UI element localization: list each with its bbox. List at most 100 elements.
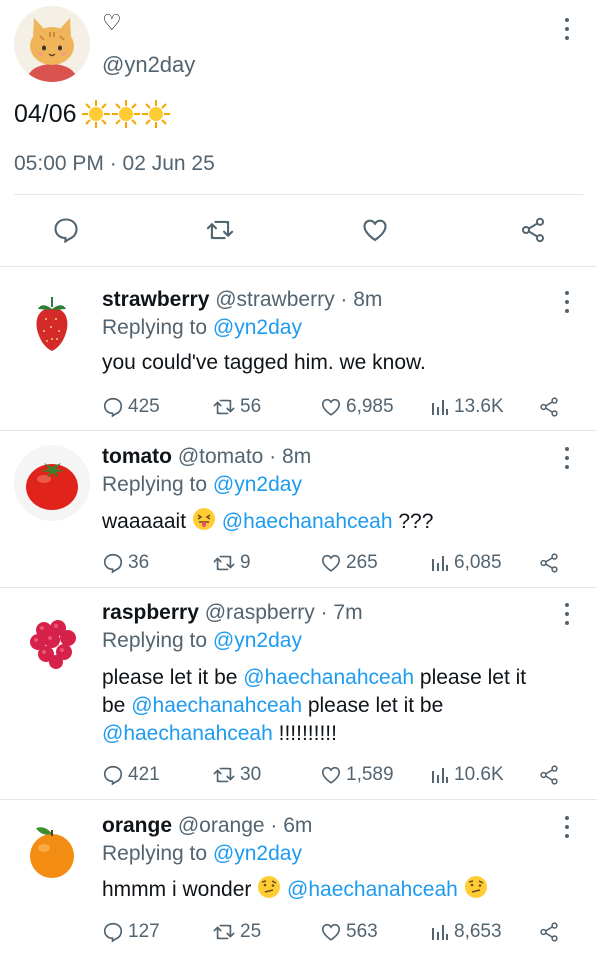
mention-link[interactable]: @yn2day [213, 316, 302, 339]
reply-button[interactable]: 421 [102, 763, 160, 787]
reply-text: please let it be @haechanahceah please l… [102, 664, 582, 748]
sun-icon [81, 100, 110, 128]
avatar[interactable] [14, 445, 90, 521]
reply-tweet: strawberry @strawberry · 8m Replying to … [0, 267, 597, 430]
retweet-button[interactable]: 9 [212, 551, 251, 575]
retweet-button[interactable]: 56 [212, 395, 261, 419]
reply-icon [103, 922, 123, 943]
retweet-button[interactable]: 30 [212, 763, 261, 787]
user-handle[interactable]: @strawberry [215, 288, 334, 311]
views-count: 13.6K [454, 396, 504, 417]
display-name[interactable]: strawberry [102, 288, 209, 311]
avatar[interactable] [14, 600, 90, 676]
views-icon [432, 556, 448, 571]
mention-link[interactable]: @haechanahceah [287, 878, 458, 901]
like-button[interactable] [357, 212, 393, 248]
tweet-date-text: 04/06 [14, 100, 77, 128]
more-options-icon[interactable] [562, 816, 572, 838]
share-icon [521, 217, 545, 243]
like-button[interactable]: 563 [320, 920, 378, 944]
replying-to: Replying to @yn2day [102, 315, 302, 341]
user-handle[interactable]: @tomato [178, 445, 264, 468]
share-button[interactable] [538, 395, 564, 419]
mention-link[interactable]: @yn2day [213, 473, 302, 496]
reply-text-part: ??? [392, 510, 434, 533]
more-options-icon[interactable] [562, 291, 572, 313]
divider [14, 194, 583, 195]
mention-link[interactable]: @haechanahceah [243, 666, 414, 689]
user-handle[interactable]: @raspberry [205, 601, 315, 624]
replying-to: Replying to @yn2day [102, 841, 302, 867]
views-button[interactable]: 13.6K [430, 395, 504, 419]
user-handle[interactable]: @yn2day [102, 52, 195, 78]
reply-button[interactable]: 425 [102, 395, 160, 419]
reply-text-part: waaaaait [102, 510, 192, 533]
raspberry-avatar-icon [30, 620, 76, 669]
retweet-icon [206, 220, 234, 240]
user-handle[interactable]: @orange [178, 814, 265, 837]
mention-link[interactable]: @haechanahceah [131, 694, 302, 717]
reply-header: strawberry @strawberry · 8m [102, 287, 382, 313]
reply-icon [103, 397, 123, 418]
share-icon [540, 922, 558, 942]
display-name[interactable]: orange [102, 814, 172, 837]
share-button[interactable] [538, 551, 564, 575]
like-icon [321, 923, 341, 941]
reply-time: · 8m [334, 288, 383, 311]
reply-count: 425 [128, 396, 160, 417]
views-button[interactable]: 8,653 [430, 920, 502, 944]
like-icon [321, 398, 341, 416]
avatar[interactable] [14, 812, 90, 888]
avatar[interactable] [14, 281, 90, 357]
raised-eyebrow-emoji-icon [258, 876, 281, 898]
reply-header: orange @orange · 6m [102, 813, 312, 839]
reply-button[interactable]: 127 [102, 920, 160, 944]
views-icon [432, 400, 448, 415]
like-button[interactable]: 265 [320, 551, 378, 575]
display-name[interactable]: ♡ [102, 10, 122, 36]
reply-button[interactable] [48, 212, 84, 248]
share-icon [540, 765, 558, 785]
like-button[interactable]: 6,985 [320, 395, 394, 419]
share-button[interactable] [538, 763, 564, 787]
tomato-avatar-icon [14, 445, 90, 521]
reply-text-part: please let it be [302, 694, 444, 717]
more-options-icon[interactable] [562, 447, 572, 469]
tweet-text: 04/06 [14, 98, 171, 130]
reply-time: · 6m [264, 814, 313, 837]
mention-link[interactable]: @haechanahceah [222, 510, 393, 533]
retweet-button[interactable]: 25 [212, 920, 261, 944]
mention-link[interactable]: @haechanahceah [102, 722, 273, 745]
display-name[interactable]: tomato [102, 445, 172, 468]
retweet-button[interactable] [202, 212, 238, 248]
like-count: 6,985 [346, 396, 394, 417]
views-count: 8,653 [454, 921, 502, 942]
strawberry-avatar-icon [36, 297, 68, 351]
mention-link[interactable]: @yn2day [213, 629, 302, 652]
more-options-icon[interactable] [562, 603, 572, 625]
share-button[interactable] [515, 212, 551, 248]
views-button[interactable]: 10.6K [430, 763, 504, 787]
views-button[interactable]: 6,085 [430, 551, 502, 575]
tweet-timestamp: 05:00 PM · 02 Jun 25 [14, 152, 215, 175]
display-name[interactable]: raspberry [102, 601, 199, 624]
reply-text-part: !!!!!!!!!! [272, 722, 337, 745]
retweet-count: 25 [240, 921, 262, 942]
replying-to: Replying to @yn2day [102, 472, 302, 498]
reply-text: waaaaait @haechanahceah ??? [102, 507, 582, 536]
like-icon [321, 766, 341, 784]
reply-button[interactable]: 36 [102, 551, 149, 575]
like-button[interactable]: 1,589 [320, 763, 394, 787]
reply-header: raspberry @raspberry · 7m [102, 600, 363, 626]
reply-text-part: be [102, 694, 132, 717]
avatar[interactable] [14, 6, 90, 82]
orange-avatar-icon [30, 827, 74, 878]
reply-count: 421 [128, 764, 160, 785]
more-options-icon[interactable] [562, 18, 572, 40]
reply-tweet: raspberry @raspberry · 7m Replying to @y… [0, 588, 597, 799]
replying-label: Replying to [102, 473, 213, 496]
reply-count: 36 [128, 552, 150, 573]
share-button[interactable] [538, 920, 564, 944]
mention-link[interactable]: @yn2day [213, 842, 302, 865]
reply-text: hmmm i wonder @haechanahceah [102, 875, 582, 904]
